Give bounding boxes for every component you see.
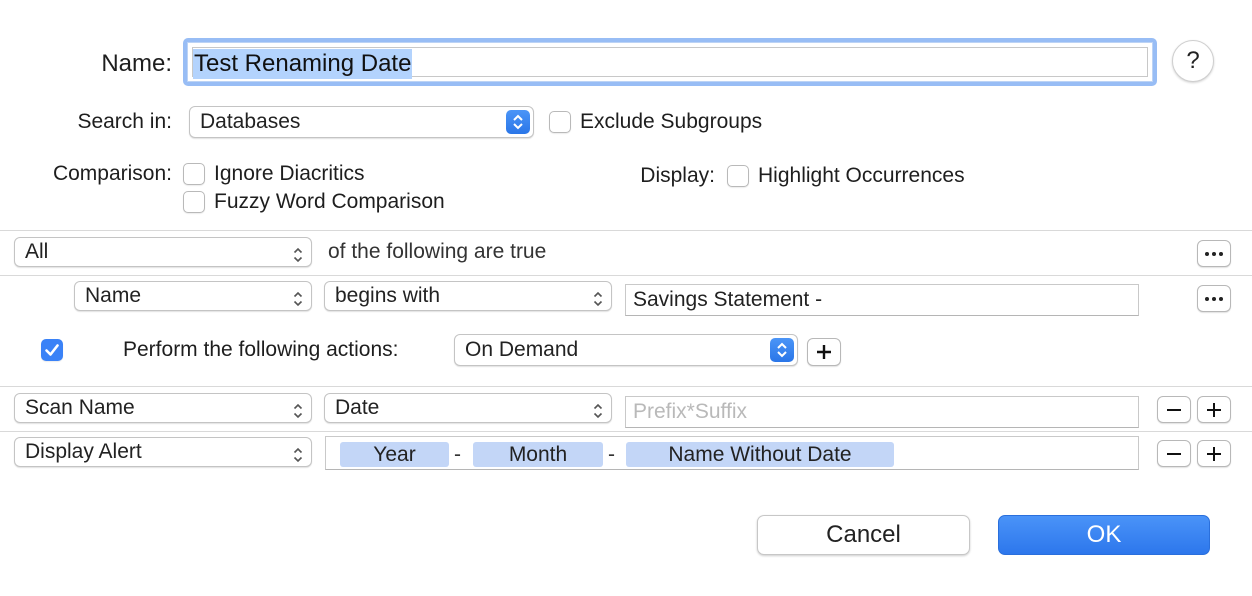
condition-operator-popup[interactable]: begins with (324, 281, 612, 311)
popup-arrows-icon (593, 288, 603, 307)
minus-icon (1167, 452, 1181, 455)
trigger-value: On Demand (465, 338, 579, 361)
criteria-more-button[interactable] (1197, 240, 1231, 267)
token-year[interactable]: Year (340, 442, 449, 467)
match-popup[interactable]: All (14, 237, 312, 267)
separator (0, 431, 1252, 432)
token-name-without-date[interactable]: Name Without Date (626, 442, 894, 467)
exclude-subgroups-label: Exclude Subgroups (580, 110, 763, 133)
help-button[interactable]: ? (1172, 40, 1214, 82)
condition-field-value: Name (85, 284, 142, 307)
cancel-button[interactable]: Cancel (757, 515, 970, 555)
prefix-suffix-field[interactable]: Prefix*Suffix (625, 396, 1139, 428)
ignore-diacritics-checkbox[interactable] (183, 163, 205, 185)
ellipsis-icon (1205, 251, 1223, 256)
scan-type-value: Date (335, 396, 380, 419)
fuzzy-word-label: Fuzzy Word Comparison (214, 190, 445, 213)
add-action-button[interactable] (807, 338, 841, 366)
search-in-label: Search in: (77, 110, 172, 133)
plus-icon (1207, 402, 1221, 417)
checkmark-icon (45, 344, 59, 356)
action-popup-scan-name[interactable]: Scan Name (14, 393, 312, 423)
display-label: Display: (640, 164, 715, 187)
condition-value-field[interactable]: Savings Statement - (625, 284, 1139, 316)
fuzzy-word-checkbox[interactable] (183, 191, 205, 213)
remove-action-button[interactable] (1157, 396, 1191, 423)
separator (0, 386, 1252, 387)
token-month[interactable]: Month (473, 442, 603, 467)
popup-arrows-icon (506, 110, 530, 134)
popup-arrows-icon (593, 400, 603, 419)
plus-icon (1207, 446, 1221, 461)
action-popup-display-alert[interactable]: Display Alert (14, 437, 312, 467)
match-value: All (25, 240, 49, 263)
add-action-button[interactable] (1197, 396, 1231, 423)
action-value: Scan Name (25, 396, 135, 419)
search-in-popup[interactable]: Databases (189, 106, 534, 138)
remove-action-button[interactable] (1157, 440, 1191, 467)
token-separator: - (608, 443, 615, 466)
condition-operator-value: begins with (335, 284, 441, 307)
popup-arrows-icon (293, 444, 303, 463)
trigger-popup[interactable]: On Demand (454, 334, 798, 366)
ignore-diacritics-label: Ignore Diacritics (214, 162, 365, 185)
popup-arrows-icon (770, 338, 794, 362)
ellipsis-icon (1205, 296, 1223, 301)
condition-field-popup[interactable]: Name (74, 281, 312, 311)
action-value: Display Alert (25, 440, 142, 463)
condition-more-button[interactable] (1197, 285, 1231, 312)
separator (0, 275, 1252, 276)
comparison-label: Comparison: (52, 162, 172, 185)
perform-actions-label: Perform the following actions: (123, 338, 399, 361)
match-suffix-label: of the following are true (328, 240, 547, 263)
scan-type-popup[interactable]: Date (324, 393, 612, 423)
search-in-value: Databases (200, 110, 301, 133)
highlight-occurrences-label: Highlight Occurrences (758, 164, 965, 187)
name-field-value: Test Renaming Date (193, 49, 413, 79)
name-field[interactable]: Test Renaming Date (183, 38, 1157, 86)
token-separator: - (454, 443, 461, 466)
popup-arrows-icon (293, 244, 303, 263)
ok-button[interactable]: OK (998, 515, 1210, 555)
name-label: Name: (101, 50, 172, 77)
popup-arrows-icon (293, 288, 303, 307)
perform-actions-checkbox[interactable] (41, 339, 63, 361)
separator (0, 230, 1252, 231)
minus-icon (1167, 408, 1181, 411)
popup-arrows-icon (293, 400, 303, 419)
exclude-subgroups-checkbox[interactable] (549, 111, 571, 133)
plus-icon (817, 345, 831, 359)
highlight-occurrences-checkbox[interactable] (727, 165, 749, 187)
add-action-button[interactable] (1197, 440, 1231, 467)
